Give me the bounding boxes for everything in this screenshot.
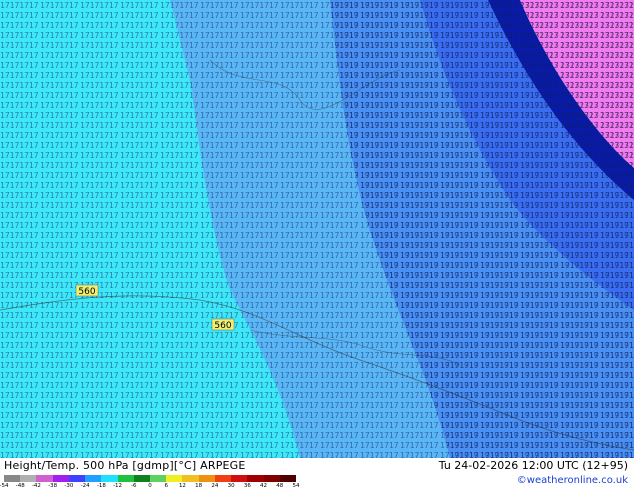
- colorbar-swatch: [20, 475, 37, 482]
- colorbar-tick-label: -30: [64, 483, 74, 489]
- colorbar-tick-label: -18: [96, 483, 106, 489]
- colorbar-swatch: [4, 475, 21, 482]
- contour-label-560-b: 560: [211, 318, 235, 331]
- colorbar-tick-label: 36: [243, 483, 251, 489]
- colorbar-swatch: [231, 475, 248, 482]
- colorbar-swatch: [101, 475, 118, 482]
- colorbar-tick-label: 6: [164, 483, 168, 489]
- colorbar-tick-label: 18: [195, 483, 203, 489]
- colorbar-tick-label: -6: [131, 483, 137, 489]
- colorbar-swatch: [263, 475, 280, 482]
- colorbar-swatch: [182, 475, 199, 482]
- colorbar-tick-label: -38: [48, 483, 58, 489]
- colorbar-swatch: [133, 475, 150, 482]
- colorbar-tick-label: -54: [0, 483, 9, 489]
- colorbar-tick-label: -42: [31, 483, 41, 489]
- map-title: Height/Temp. 500 hPa [gdmp][°C] ARPEGE: [4, 459, 246, 472]
- colorbar-swatch: [68, 475, 86, 482]
- svg-text:560: 560: [214, 321, 231, 331]
- colorbar-tick-label: -12: [113, 483, 123, 489]
- colorbar-swatch: [85, 475, 102, 482]
- map-footer: Height/Temp. 500 hPa [gdmp][°C] ARPEGE T…: [0, 458, 634, 490]
- colorbar-tick-label: 0: [148, 483, 152, 489]
- colorbar-swatches: [4, 475, 296, 482]
- colorbar-tick-label: -48: [15, 483, 25, 489]
- weather-map: 17171717 19191919 23232323: [0, 0, 634, 458]
- colorbar-tick-label: 24: [211, 483, 219, 489]
- colorbar-tick-label: 12: [178, 483, 186, 489]
- colorbar-swatch: [247, 475, 264, 482]
- colorbar-tick-label: 30: [227, 483, 235, 489]
- colorbar-tick-label: -24: [80, 483, 90, 489]
- colorbar-swatch: [117, 475, 134, 482]
- colorbar-swatch: [166, 475, 183, 482]
- colorbar-tick-label: 54: [292, 483, 300, 489]
- svg-text:560: 560: [78, 287, 95, 297]
- colorbar-swatch: [149, 475, 167, 482]
- map-canvas: 17171717 19191919 23232323: [0, 0, 634, 458]
- colorbar-tick-label: 42: [260, 483, 268, 489]
- valid-datetime: Tu 24-02-2026 12:00 UTC (12+95): [438, 459, 628, 472]
- contour-label-560-a: 560: [75, 284, 99, 297]
- colorbar-swatch: [198, 475, 215, 482]
- colorbar-swatch: [214, 475, 232, 482]
- colorbar-swatch: [52, 475, 69, 482]
- colorbar-tick-label: 48: [276, 483, 284, 489]
- colorbar-swatch: [279, 475, 296, 482]
- credit-link[interactable]: ©weatheronline.co.uk: [517, 475, 628, 486]
- colorbar-swatch: [36, 475, 53, 482]
- temperature-colorbar: -54 -48 -42 -38 -30 -24 -18 -12 -6 0 6 12 18 24 30 36 42…: [0, 475, 300, 489]
